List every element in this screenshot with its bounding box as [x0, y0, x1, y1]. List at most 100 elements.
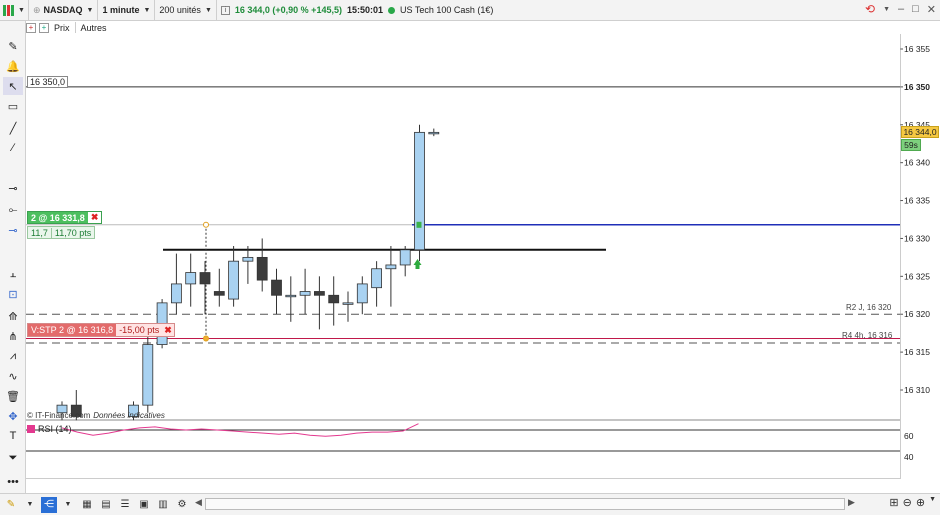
price-tick-label: 16 335: [904, 196, 930, 206]
buy-order-label: 2 @ 16 331,8: [31, 212, 85, 223]
quote-info: i 16 344,0 (+0,90 % +145,5) 15:50:01 US …: [217, 5, 494, 15]
candle-body: [285, 294, 297, 298]
ruler-icon[interactable]: ▭: [3, 97, 23, 115]
chevron-down-icon[interactable]: ▼: [929, 496, 936, 509]
app-menu-button[interactable]: ▼: [0, 0, 29, 21]
settings-icon[interactable]: ⚙: [174, 497, 190, 513]
buy-pts-a: 11,7: [31, 227, 48, 238]
candle-body: [328, 294, 340, 304]
price-tick-label: 16 350: [904, 82, 930, 92]
candle-body: [213, 291, 225, 296]
chevron-down-icon: ▼: [86, 6, 94, 14]
chevron-down-icon: ▼: [18, 6, 25, 14]
measure-end-dot: [203, 335, 209, 342]
separator: [74, 22, 76, 33]
move-icon[interactable]: ✥: [3, 407, 23, 425]
text-icon[interactable]: T: [3, 427, 23, 445]
trend-line-icon[interactable]: ╱: [3, 119, 23, 137]
ray-line-icon[interactable]: ∕: [3, 139, 23, 157]
zoom-out-icon[interactable]: ⊖: [903, 496, 912, 509]
price-line-icon[interactable]: ⊸: [3, 221, 23, 239]
horizontal-line-icon[interactable]: ⟜: [3, 201, 23, 219]
add-indicator-button[interactable]: +: [39, 22, 49, 33]
units-select[interactable]: 200 unités ▼: [155, 0, 217, 21]
candle-body: [142, 344, 154, 406]
candle-body: [313, 291, 325, 296]
zoom-in-icon[interactable]: ⊕: [916, 496, 925, 509]
price-tick-label: 16 355: [904, 44, 930, 54]
instrument-select[interactable]: ⊕ NASDAQ ▼: [29, 0, 99, 21]
channel-icon[interactable]: ⫠: [3, 265, 23, 283]
wave-icon[interactable]: ∿: [3, 367, 23, 385]
add-chart-button[interactable]: +: [26, 22, 36, 33]
product-name: US Tech 100 Cash (1€): [400, 5, 494, 15]
pencil-icon[interactable]: ✎: [3, 497, 19, 513]
rsi-tick-label: 40: [904, 452, 914, 462]
price-level-label: 16 350,0: [27, 76, 69, 88]
pivot-r4-label: R4 4h, 16 316: [842, 331, 893, 340]
candle-body: [199, 272, 211, 285]
maximize-icon[interactable]: □: [912, 3, 919, 15]
pivot-r2-label: R2 J, 16 320: [846, 303, 892, 312]
price-axis[interactable]: 16 35516 35016 34516 34016 33516 33016 3…: [900, 34, 940, 479]
stop-order-pts: -15,00 pts: [119, 325, 160, 335]
window-controls: ⟲ ▼ – □ ✕: [865, 2, 936, 16]
eraser-icon[interactable]: ✎: [3, 37, 23, 55]
table-icon[interactable]: ▤: [98, 497, 114, 513]
layout-icon[interactable]: ▦: [79, 497, 95, 513]
list-icon[interactable]: ☰: [117, 497, 133, 513]
buy-order-pts: 11,7 11,70 pts: [27, 226, 96, 239]
close-icon[interactable]: ✕: [927, 3, 936, 16]
fibonacci-icon[interactable]: ⟰: [3, 307, 23, 325]
rectangle-icon[interactable]: ⊡: [3, 285, 23, 303]
horizontal-ray-icon[interactable]: ⊸: [3, 179, 23, 197]
zoom-fit-icon[interactable]: ⊞: [889, 496, 898, 509]
rsi-legend[interactable]: RSI (14): [27, 424, 72, 434]
close-icon[interactable]: ✖: [162, 325, 174, 336]
candle-body: [385, 264, 397, 270]
chevron-down-icon: ▼: [143, 6, 151, 14]
close-icon[interactable]: ✖: [87, 212, 102, 223]
expand-icon[interactable]: ⏷: [3, 449, 23, 467]
drawing-toolbar: ✎ 🔔 ↖ ▭ ╱ ∕ ⊸ ⟜ ⊸ ⫠ ⊡ ⟰ ⋔ ⩘ ∿ 🗑 ✥ T ⏷ ••…: [0, 21, 26, 493]
candle-body: [299, 291, 311, 296]
interval-label: 1 minute: [102, 5, 140, 15]
scroll-left-icon[interactable]: ◀: [195, 497, 202, 508]
calendar-icon[interactable]: ▣: [136, 497, 152, 513]
source-note: Données indicatives: [93, 411, 165, 420]
stop-order-badge[interactable]: V:STP 2 @ 16 316,8 -15,00 pts ✖: [27, 323, 175, 337]
horizontal-scrollbar[interactable]: [205, 498, 845, 510]
chevron-down-icon: ▼: [204, 6, 212, 14]
tab-autres[interactable]: Autres: [79, 23, 109, 33]
buy-order-badge[interactable]: 2 @ 16 331,8 ✖: [27, 211, 103, 224]
price-tick-label: 16 330: [904, 233, 930, 243]
candle-body: [356, 283, 368, 304]
chevron-down-icon[interactable]: ▼: [22, 497, 38, 513]
rsi-panel: [26, 423, 900, 452]
refresh-icon[interactable]: ⟲: [865, 2, 875, 16]
candle-body: [414, 131, 425, 251]
scroll-right-icon[interactable]: ▶: [848, 497, 855, 508]
top-toolbar: ▼ ⊕ NASDAQ ▼ 1 minute ▼ 200 unités ▼ i 1…: [0, 0, 940, 21]
trash-icon[interactable]: 🗑: [3, 387, 23, 405]
minimize-icon[interactable]: –: [898, 3, 904, 15]
chevron-down-icon[interactable]: ▼: [60, 497, 76, 513]
more-icon[interactable]: •••: [3, 473, 23, 491]
candles: [56, 124, 440, 421]
cursor-icon[interactable]: ↖: [3, 77, 23, 95]
interval-select[interactable]: 1 minute ▼: [98, 0, 156, 21]
stop-order-label: V:STP 2 @ 16 316,8: [28, 324, 117, 336]
candle-body: [271, 279, 282, 296]
chevron-down-icon[interactable]: ▼: [883, 6, 890, 13]
news-icon[interactable]: ▥: [155, 497, 171, 513]
pitchfork-icon[interactable]: ⋔: [3, 327, 23, 345]
candle-body: [399, 249, 411, 266]
bar-chart-icon: [3, 4, 14, 16]
candle-body: [228, 260, 240, 300]
share-icon[interactable]: ⋲: [41, 496, 57, 513]
tab-prix[interactable]: Prix: [52, 23, 72, 33]
candle-body: [170, 283, 182, 304]
fan-icon[interactable]: ⩘: [3, 347, 23, 365]
candle-body: [256, 256, 268, 281]
alert-bell-icon[interactable]: 🔔: [3, 57, 23, 75]
